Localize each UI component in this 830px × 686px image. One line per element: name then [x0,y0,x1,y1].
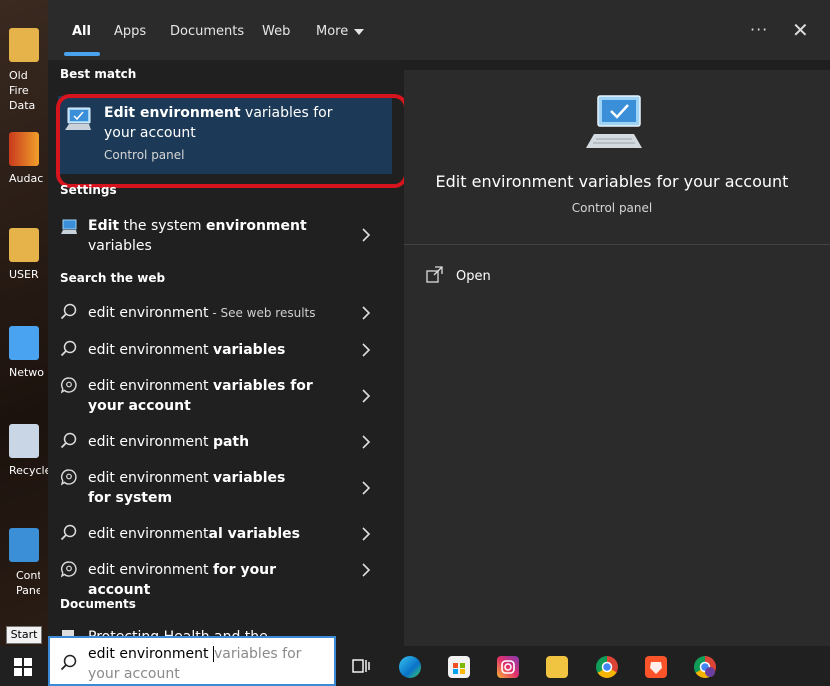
search-icon [60,303,77,320]
chevron-right-icon[interactable] [361,435,371,449]
preview-title: Edit environment variables for your acco… [435,172,789,191]
desktop-icon-old-firefox-data[interactable]: Old Fire Data [0,28,48,113]
search-icon [60,524,77,541]
section-settings: Settings [60,183,117,197]
web-result-label: edit environment variables for system [88,470,286,506]
desktop-icon-label: Recycle [9,464,48,477]
web-result-5[interactable]: edit environmental variables [48,524,392,546]
desktop-icon-label: Audac [9,172,44,185]
desktop-icon-network[interactable]: Netwo [0,326,48,379]
chat-search-icon [60,377,77,394]
divider [404,244,830,245]
desktop-icon-recycle-bin[interactable]: Recycle [0,424,48,477]
web-result-label: edit environment variables [88,342,286,358]
tab-apps[interactable]: Apps [114,24,146,39]
settings-result-label: Edit the system environment variables [88,218,307,254]
web-result-0[interactable]: edit environment - See web results [48,303,392,325]
chevron-right-icon[interactable] [361,481,371,495]
search-tab-bar: All Apps Documents Web More ··· ✕ [48,0,830,60]
web-result-label: edit environment variables for your acco… [88,378,313,414]
desktop-icon-audacity[interactable]: Audac [0,132,48,185]
section-documents: Documents [60,597,136,611]
web-result-label: edit environment path [88,434,250,450]
results-pane: Best match Edit environment variables fo… [48,60,408,646]
section-best-match: Best match [60,67,137,81]
audacity-icon [9,132,39,166]
windows-start-icon[interactable] [14,658,32,676]
chevron-right-icon[interactable] [361,389,371,403]
instagram-icon[interactable] [497,656,519,678]
open-action-label: Open [456,269,491,284]
chevron-right-icon[interactable] [361,228,371,242]
network-icon [9,326,39,360]
desktop-icon-control-panel[interactable]: Contr Pane [0,528,48,598]
tab-documents[interactable]: Documents [170,24,244,39]
tab-more[interactable]: More [316,24,365,39]
search-icon [60,432,77,449]
desktop-icon-label: Old Fire Data [9,69,36,112]
search-flyout: All Apps Documents Web More ··· ✕ Best m… [48,0,830,646]
web-result-label: edit environment - See web results [88,305,316,321]
microsoft-store-icon[interactable] [448,656,470,678]
desktop-icon-label: Contr Pane [16,569,40,597]
recycle-bin-icon [9,424,39,458]
caret-down-icon [354,28,365,35]
chevron-right-icon[interactable] [361,306,371,320]
web-result-1[interactable]: edit environment variables [48,340,392,362]
web-result-2[interactable]: edit environment variables for your acco… [48,376,392,418]
search-icon [60,654,77,671]
computer-settings-icon [586,95,642,148]
search-input[interactable]: edit environment variables for your acco… [88,644,332,684]
tab-more-label: More [316,24,349,39]
web-result-6[interactable]: edit environment for your account [48,560,392,598]
folder-icon [9,28,39,62]
chrome-profile-icon[interactable] [694,656,716,678]
start-tooltip: Start [6,626,42,644]
system-settings-icon [61,219,77,234]
desktop-icon-user[interactable]: USER [0,228,48,281]
web-result-3[interactable]: edit environment path [48,432,392,454]
web-result-label: edit environment for your account [88,562,277,598]
tab-all[interactable]: All [72,24,91,39]
tab-web[interactable]: Web [262,24,290,39]
edge-browser-icon[interactable] [399,656,421,678]
desktop-icon-label: USER [9,268,39,281]
chevron-right-icon[interactable] [361,343,371,357]
control-panel-icon [9,528,39,562]
chevron-right-icon[interactable] [361,563,371,577]
chevron-right-icon[interactable] [361,527,371,541]
close-icon[interactable]: ✕ [792,18,809,42]
preview-pane: Edit environment variables for your acco… [404,70,830,646]
chat-search-icon [60,561,77,578]
taskbar-search-box[interactable]: edit environment variables for your acco… [48,636,336,686]
user-folder-icon [9,228,39,262]
section-search-the-web: Search the web [60,271,166,285]
file-explorer-icon[interactable] [546,656,568,678]
chat-search-icon [60,469,77,486]
web-result-label: edit environmental variables [88,526,300,542]
desktop-icon-label: Netwo [9,366,45,379]
annotation-highlight-ring [56,94,408,188]
search-icon [60,340,77,357]
preview-subtitle: Control panel [571,201,653,215]
active-tab-indicator [64,52,100,56]
web-result-4[interactable]: edit environment variables for system [48,468,392,510]
more-options-icon[interactable]: ··· [750,20,768,39]
settings-result-system-env[interactable]: Edit the system environment variables [48,216,392,256]
brave-browser-icon[interactable] [645,656,667,678]
task-view-icon[interactable] [350,656,372,678]
chrome-icon[interactable] [596,656,618,678]
open-external-icon [426,266,443,283]
